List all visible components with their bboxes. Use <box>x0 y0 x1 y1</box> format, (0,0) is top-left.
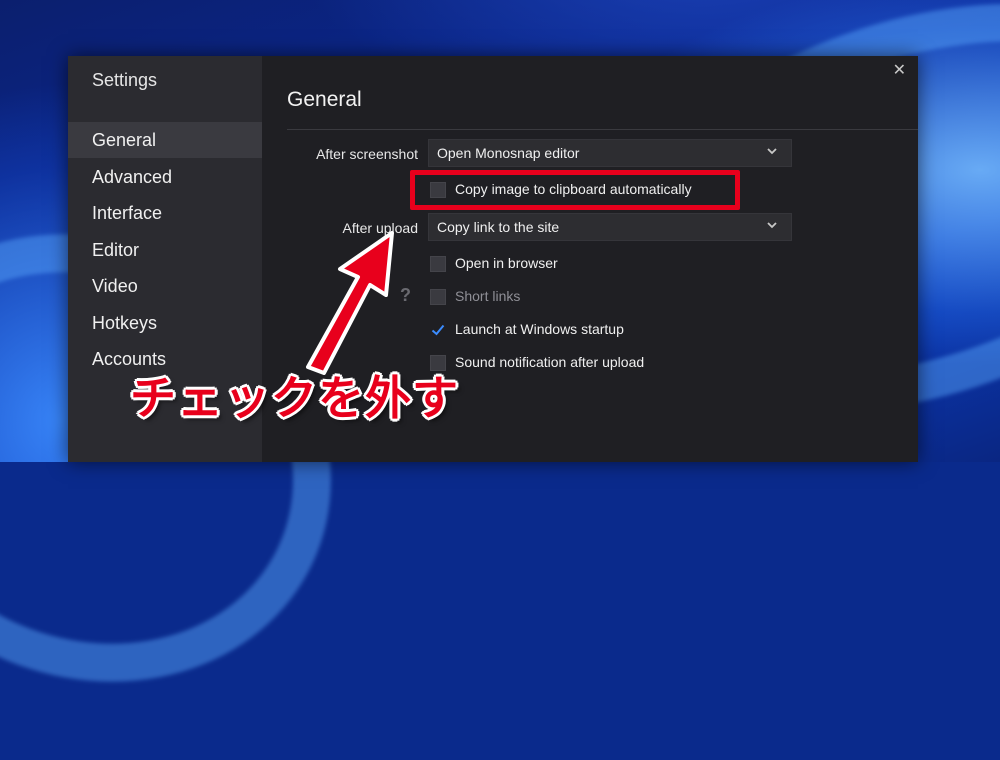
chevron-down-icon <box>767 222 777 229</box>
sound-notification-label: Sound notification after upload <box>455 354 645 370</box>
short-links-label: Short links <box>455 288 521 304</box>
after-screenshot-select[interactable]: Open Monosnap editor <box>428 139 792 167</box>
launch-startup-checkbox[interactable]: Launch at Windows startup <box>430 320 650 342</box>
annotation-arrow-icon <box>306 231 394 375</box>
after-upload-value: Copy link to the site <box>437 219 560 235</box>
title-divider <box>287 129 918 130</box>
page-title: General <box>287 88 362 111</box>
sidebar-item-general[interactable]: General <box>68 122 262 158</box>
launch-startup-label: Launch at Windows startup <box>455 321 624 337</box>
sidebar-title: Settings <box>92 70 158 90</box>
checkbox-box <box>430 289 446 305</box>
chevron-down-icon <box>767 148 777 155</box>
annotation-text: チェックを外す <box>129 370 460 427</box>
sidebar-item-editor[interactable]: Editor <box>68 232 262 268</box>
after-screenshot-label: After screenshot <box>316 146 418 162</box>
sidebar-item-hotkeys[interactable]: Hotkeys <box>68 305 262 341</box>
open-browser-checkbox[interactable]: Open in browser <box>430 254 590 276</box>
sound-notification-checkbox[interactable]: Sound notification after upload <box>430 353 670 375</box>
open-browser-label: Open in browser <box>455 255 558 271</box>
checkmark-icon <box>431 324 445 336</box>
short-links-checkbox[interactable]: Short links <box>430 287 550 309</box>
sidebar-item-advanced[interactable]: Advanced <box>68 159 262 195</box>
checkbox-box <box>430 322 446 338</box>
after-screenshot-value: Open Monosnap editor <box>437 145 580 161</box>
sidebar-item-interface[interactable]: Interface <box>68 195 262 231</box>
after-upload-select[interactable]: Copy link to the site <box>428 213 792 241</box>
highlight-box <box>410 170 740 210</box>
checkbox-box <box>430 256 446 272</box>
sidebar-item-video[interactable]: Video <box>68 268 262 304</box>
